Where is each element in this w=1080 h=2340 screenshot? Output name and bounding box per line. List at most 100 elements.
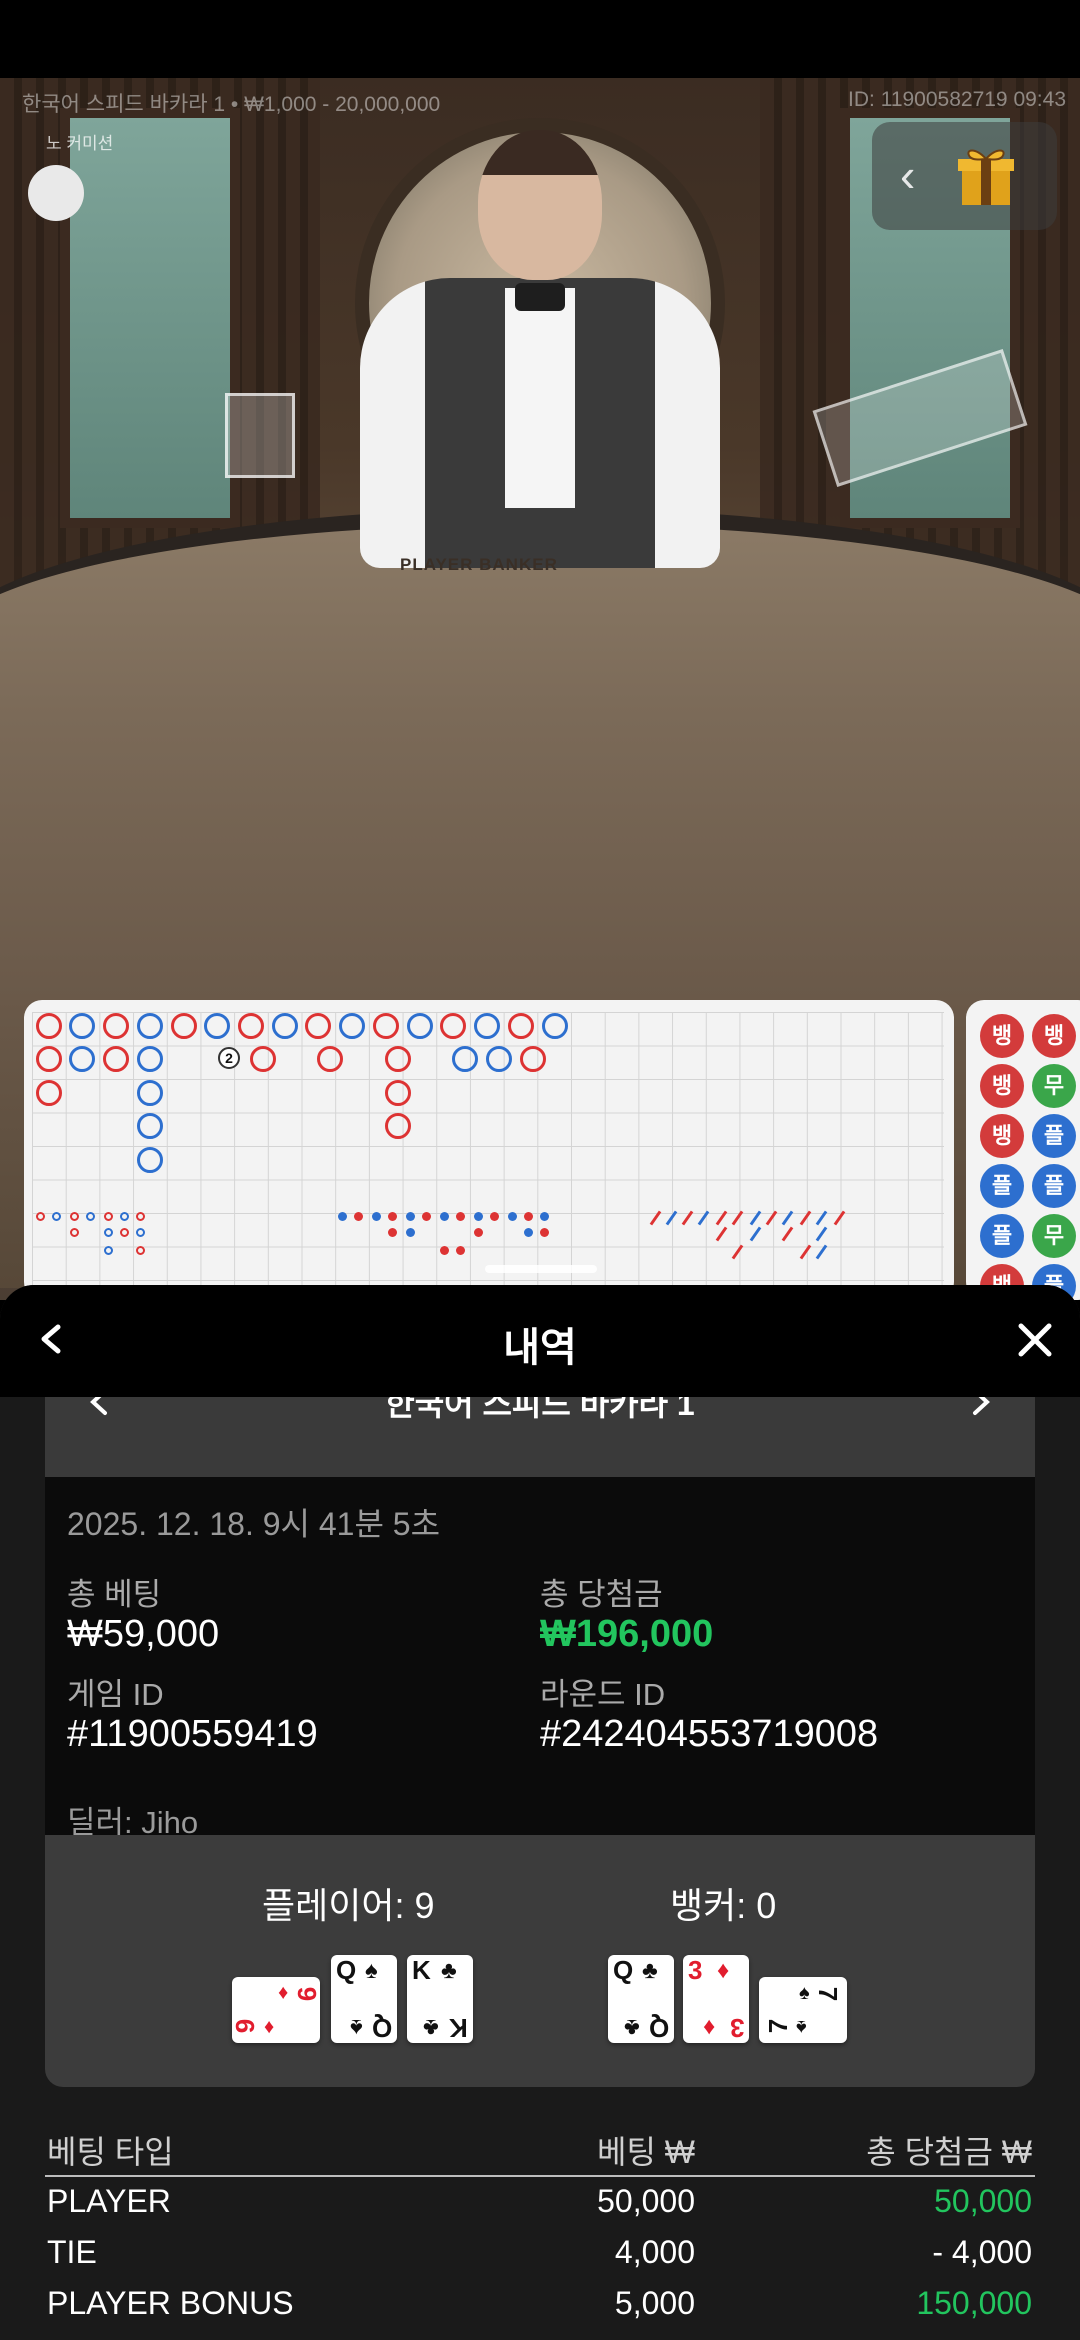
road-banker [36,1080,62,1106]
derived-road-dot [540,1212,549,1221]
gift-icon[interactable] [958,145,1014,207]
derived-road-dot [474,1212,483,1221]
round-date: 2025. 12. 18. 9시 41분 5초 [67,1506,441,1542]
road-player [69,1046,95,1072]
bead-road[interactable]: 뱅 뱅 뱅 무 뱅 플 플 플 플 무 뱅 플 [966,1000,1080,1300]
bead-banker: 뱅 [980,1114,1024,1158]
collapse-chevron-icon[interactable]: ‹ [900,150,940,200]
bead-player: 플 [980,1164,1024,1208]
game-id-value: #11900559419 [67,1713,318,1755]
bet-amount: 50,000 [597,2183,695,2219]
derived-road-dot [104,1246,113,1255]
big-road-scoreboard[interactable]: 2 [24,1000,954,1300]
road-player [204,1013,230,1039]
header-bet-type: 베팅 타입 [47,2134,174,2170]
close-icon[interactable] [1013,1318,1057,1362]
bead-player: 플 [1032,1114,1076,1158]
player-card-1: 9 ♦ 9 ♦ [230,1977,322,2043]
card-suit: ♠ [799,1982,810,2004]
card-suit: ♦ [702,2014,715,2041]
derived-road-dot [104,1228,113,1237]
player-card-2: Q ♠ Q ♠ [331,1955,397,2043]
road-player [137,1147,163,1173]
card-rank: 9 [291,1986,322,2002]
derived-road-dot [422,1212,431,1221]
header-win-amount: 총 당첨금 ₩ [866,2134,1032,2170]
derived-road-dot [456,1246,465,1255]
header-bet-amount: 베팅 ₩ [597,2134,695,2170]
bead-banker: 뱅 [980,1064,1024,1108]
total-bet-value: ₩59,000 [67,1613,220,1655]
derived-road-dot [440,1212,449,1221]
player-score: 플레이어: 9 [262,1885,435,1926]
game-selector-bar: 한국어 스피드 바카라 1 [45,1386,1035,1477]
derived-road-dot [406,1212,415,1221]
decor-panel-left [60,108,240,528]
derived-road-dot [354,1212,363,1221]
bead-player: 플 [1032,1164,1076,1208]
card-suit: ♦ [717,1957,730,1984]
round-details: 2025. 12. 18. 9시 41분 5초 총 베팅 ₩59,000 총 당… [45,1477,1035,1840]
road-banker [103,1013,129,1039]
bead-banker: 뱅 [1032,1014,1076,1058]
derived-road-dot [70,1212,79,1221]
bead-player: 플 [980,1214,1024,1258]
road-player [542,1013,568,1039]
road-banker [305,1013,331,1039]
card-rank: Q [336,1955,357,1985]
card-suit: ♣ [423,2014,439,2041]
card-rank: 7 [762,2018,793,2034]
dealer-shirt [505,288,575,508]
road-player [339,1013,365,1039]
card-rank: K [412,1955,431,1985]
road-player [137,1113,163,1139]
history-sheet: 내역 한국어 스피드 바카라 1 2025. 12. 18. 9시 41분 5초… [0,1285,1080,2340]
road-player [137,1080,163,1106]
derived-road-dot [524,1228,533,1237]
derived-road-dot [70,1228,79,1237]
card-rank: K [449,2013,468,2043]
card-suit: ♠ [365,1957,378,1984]
status-bar [0,0,1080,78]
road-player [452,1046,478,1072]
road-player [69,1013,95,1039]
derived-road-dot [104,1212,113,1221]
toggle-button[interactable] [28,165,84,221]
banker-card-1: Q ♣ Q ♣ [608,1955,674,2043]
card-suit: ♦ [277,1982,288,2004]
win-amount: 50,000 [934,2183,1032,2219]
derived-road-dot [86,1212,95,1221]
road-banker [373,1013,399,1039]
road-player [137,1046,163,1072]
derived-road-dot [490,1212,499,1221]
round-id-value: #242404553719008 [540,1713,879,1755]
bead-tie: 무 [1032,1214,1076,1258]
card-suit: ♣ [642,1957,658,1984]
road-banker [317,1046,343,1072]
table-row: PLAYER 50,000 50,000 [45,2177,1035,2228]
road-banker [36,1013,62,1039]
road-player [272,1013,298,1039]
hand-results: 플레이어: 9 뱅커: 0 9 ♦ 9 ♦ Q ♠ Q ♠ K ♣ K ♣ Q … [45,1835,1035,2087]
sheet-drag-handle[interactable] [485,1265,597,1273]
win-amount: - 4,000 [932,2234,1032,2270]
banker-card-3: 7 ♠ 7 ♠ [759,1977,847,2043]
derived-road-dot [52,1212,61,1221]
table-sign: PLAYER BANKER [400,555,558,574]
dealer-head [478,130,602,280]
derived-road-dot [120,1228,129,1237]
road-tie-count: 2 [218,1047,240,1069]
card-suit: ♠ [350,2014,363,2041]
total-win-label: 총 당첨금 [540,1577,663,1612]
commission-label: 노 커미션 [46,134,114,153]
derived-road-dot [440,1246,449,1255]
card-rank: 7 [813,1986,844,2002]
road-banker [238,1013,264,1039]
bet-type: PLAYER [47,2183,171,2219]
derived-road-dot [372,1212,381,1221]
bets-table-header: 베팅 타입 베팅 ₩ 총 당첨금 ₩ [45,2127,1035,2177]
sheet-header: 내역 [0,1285,1080,1397]
derived-road-dot [474,1228,483,1237]
game-id-time: ID: 11900582719 09:43 [848,88,1066,111]
card-discard-holder [225,393,295,478]
